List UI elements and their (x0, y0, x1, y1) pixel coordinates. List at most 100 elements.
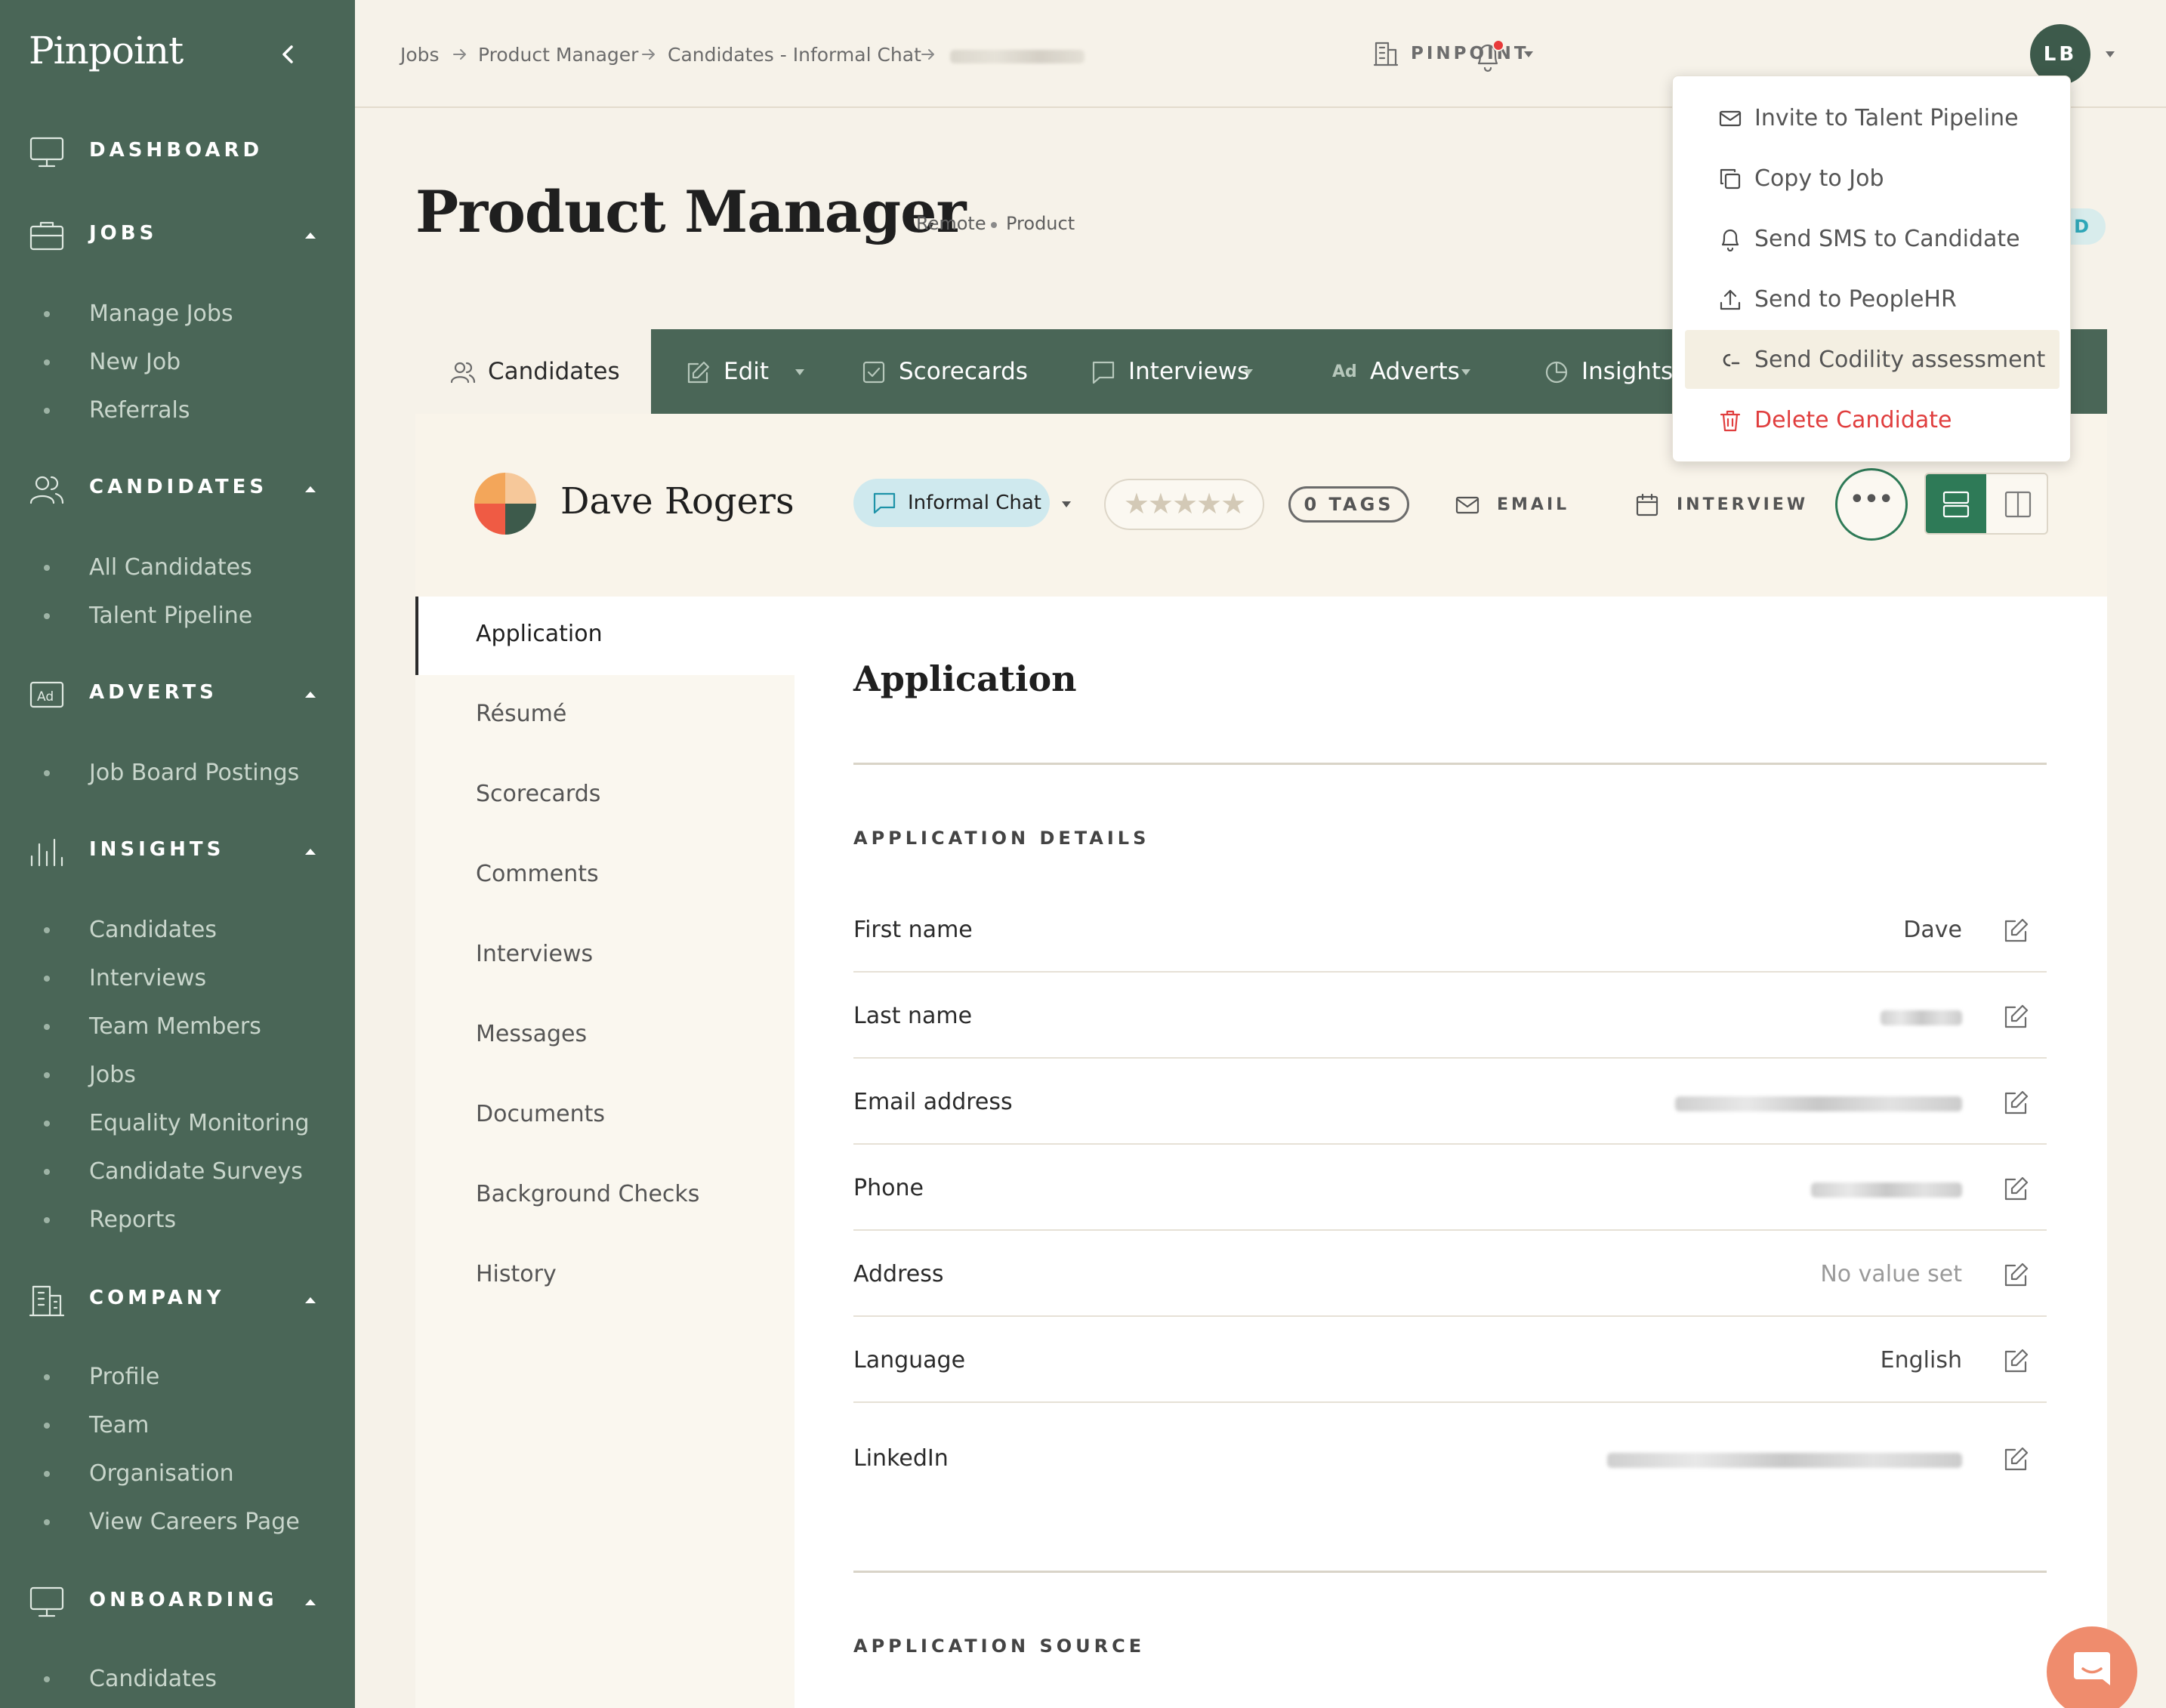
codility-icon (1718, 348, 1742, 372)
field-label: LinkedIn (853, 1445, 949, 1472)
subnav-scorecards[interactable]: Scorecards (476, 781, 600, 807)
subnav-interviews[interactable]: Interviews (476, 941, 593, 967)
sidebar-item-insights-jobs[interactable]: Jobs (0, 1056, 355, 1095)
candidate-name: Dave Rogers (560, 480, 795, 523)
edit-icon[interactable] (2003, 1175, 2030, 1202)
users-icon (29, 473, 65, 506)
sidebar-item-equality-monitoring[interactable]: Equality Monitoring (0, 1104, 355, 1143)
breadcrumb-stage[interactable]: Candidates - Informal Chat (668, 44, 921, 66)
edit-icon[interactable] (2003, 1347, 2030, 1374)
breadcrumb-candidate-redacted[interactable] (950, 50, 1085, 63)
caret-up-icon (304, 230, 317, 240)
sidebar-item-talent-pipeline[interactable]: Talent Pipeline (0, 597, 355, 636)
interview-button[interactable]: INTERVIEW (1634, 491, 1805, 521)
sidebar-item-organisation[interactable]: Organisation (0, 1454, 355, 1494)
field-label: Email address (853, 1089, 1013, 1115)
subnav-application[interactable]: Application (476, 621, 603, 647)
sidebar-item-label: Talent Pipeline (89, 603, 253, 629)
email-button[interactable]: EMAIL (1455, 491, 1568, 521)
chat-launcher-button[interactable] (2047, 1626, 2137, 1708)
edit-icon[interactable] (2003, 917, 2030, 944)
arrow-right-icon (640, 47, 657, 62)
sidebar-section-label: INSIGHTS (89, 838, 225, 861)
page-title: Product Manager (415, 178, 967, 245)
tab-edit[interactable]: Edit (686, 329, 829, 414)
subnav-resume[interactable]: Résumé (476, 701, 566, 727)
menu-item-send-codility-assessment[interactable]: Send Codility assessment (1685, 330, 2060, 389)
sidebar-item-onboarding-candidates[interactable]: Candidates (0, 1660, 355, 1699)
sidebar-item-manage-jobs[interactable]: Manage Jobs (0, 294, 355, 334)
stage-caret-down-icon[interactable] (1060, 500, 1072, 509)
pinpoint-logo[interactable]: Pinpoint (29, 29, 184, 72)
bullet (44, 1169, 50, 1175)
sidebar-item-candidate-surveys[interactable]: Candidate Surveys (0, 1152, 355, 1192)
tags-button[interactable]: 0 TAGS (1288, 486, 1409, 523)
interview-label: INTERVIEW (1677, 495, 1809, 514)
stacked-view-button[interactable] (1926, 474, 1986, 533)
stage-selector[interactable]: Informal Chat (853, 479, 1050, 527)
edit-icon[interactable] (2003, 1261, 2030, 1288)
application-source-heading: APPLICATION SOURCE (853, 1636, 1146, 1657)
sidebar-section-insights[interactable]: INSIGHTS (0, 820, 355, 880)
sidebar-item-all-candidates[interactable]: All Candidates (0, 548, 355, 587)
sidebar-item-label: Jobs (89, 1062, 136, 1088)
field-row-last-name: Last name (853, 973, 2047, 1059)
more-actions-button[interactable]: ••• (1835, 468, 1908, 541)
edit-icon[interactable] (2003, 1003, 2030, 1030)
sidebar-section-onboarding[interactable]: ONBOARDING (0, 1571, 355, 1631)
field-value: English (1880, 1347, 1962, 1373)
bullet (44, 1217, 50, 1223)
breadcrumb-job[interactable]: Product Manager (478, 44, 638, 66)
sidebar-section-adverts[interactable]: Ad ADVERTS (0, 663, 355, 723)
sidebar-section-candidates[interactable]: CANDIDATES (0, 458, 355, 518)
bullet (44, 770, 50, 776)
sidebar-item-new-job[interactable]: New Job (0, 343, 355, 382)
edit-icon[interactable] (2003, 1089, 2030, 1116)
sidebar-item-job-board-postings[interactable]: Job Board Postings (0, 754, 355, 793)
building-icon (29, 1284, 65, 1317)
sidebar-item-reports[interactable]: Reports (0, 1201, 355, 1240)
field-value-redacted (1607, 1453, 1962, 1468)
breadcrumb-jobs[interactable]: Jobs (400, 44, 440, 66)
menu-item-delete-candidate[interactable]: Delete Candidate (1685, 390, 2060, 449)
view-toggle (1924, 473, 2048, 535)
field-label: Address (853, 1261, 944, 1287)
sidebar-section-dashboard[interactable]: DASHBOARD (0, 121, 355, 181)
arrow-right-icon (920, 47, 936, 62)
notifications-bell-icon[interactable] (1473, 39, 1504, 72)
bullet (44, 359, 50, 365)
sidebar-item-view-careers-page[interactable]: View Careers Page (0, 1503, 355, 1542)
collapse-sidebar-chevron-left-icon[interactable] (276, 41, 299, 68)
separator-dot (991, 222, 997, 228)
sidebar-item-insights-interviews[interactable]: Interviews (0, 959, 355, 998)
sidebar-item-team[interactable]: Team (0, 1406, 355, 1445)
field-row-address: Address No value set (853, 1231, 2047, 1317)
caret-up-icon (304, 1294, 317, 1305)
menu-item-send-sms[interactable]: Send SMS to Candidate (1685, 209, 2060, 268)
subnav-messages[interactable]: Messages (476, 1021, 587, 1047)
menu-item-invite-to-talent-pipeline[interactable]: Invite to Talent Pipeline (1685, 88, 2060, 147)
subnav-history[interactable]: History (476, 1261, 557, 1287)
sidebar-item-referrals[interactable]: Referrals (0, 391, 355, 430)
menu-item-send-to-peoplehr[interactable]: Send to PeopleHR (1685, 270, 2060, 328)
sidebar-section-company[interactable]: COMPANY (0, 1269, 355, 1329)
split-view-button[interactable] (1988, 474, 2047, 533)
star-rating[interactable]: ★★★★★ (1104, 479, 1264, 530)
menu-item-copy-to-job[interactable]: Copy to Job (1685, 149, 2060, 208)
subnav-documents[interactable]: Documents (476, 1101, 605, 1127)
tab-interviews[interactable]: Interviews (1091, 329, 1287, 414)
sidebar-item-profile[interactable]: Profile (0, 1358, 355, 1397)
sidebar-section-jobs[interactable]: JOBS (0, 204, 355, 264)
organisation-switcher[interactable]: PINPOINT (1373, 35, 1547, 72)
subnav-background-checks[interactable]: Background Checks (476, 1181, 699, 1207)
tab-candidates[interactable]: Candidates (415, 329, 651, 414)
subnav-comments[interactable]: Comments (476, 861, 599, 887)
tab-scorecards[interactable]: Scorecards (861, 329, 1042, 414)
caret-down-icon[interactable] (2104, 50, 2116, 59)
bullet (44, 1519, 50, 1525)
sidebar-item-team-members[interactable]: Team Members (0, 1007, 355, 1047)
sidebar-item-insights-candidates[interactable]: Candidates (0, 911, 355, 950)
edit-icon[interactable] (2003, 1445, 2030, 1472)
chat-bubble-icon (1091, 359, 1116, 385)
tab-adverts[interactable]: Ad Adverts (1332, 329, 1498, 414)
